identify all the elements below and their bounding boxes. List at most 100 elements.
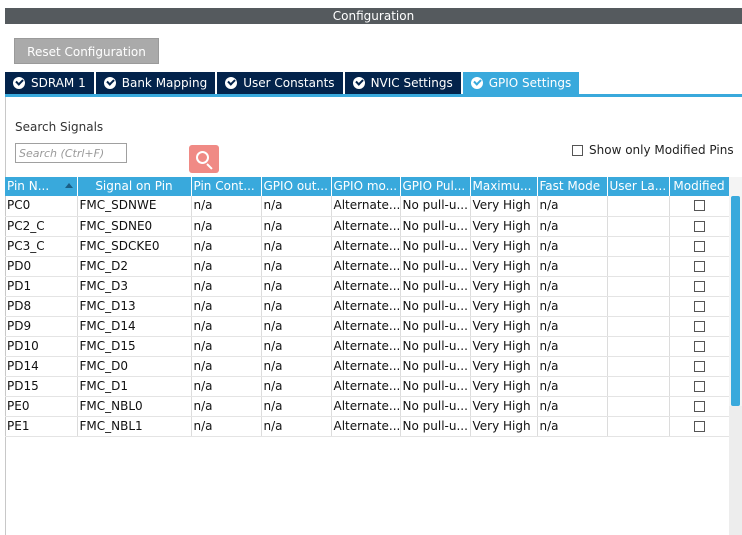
cell-gpio-output[interactable]: n/a — [261, 256, 332, 277]
cell-pin-context[interactable]: n/a — [191, 196, 262, 217]
cell-max-speed[interactable]: Very High — [470, 376, 538, 397]
cell-pin-context[interactable]: n/a — [191, 376, 262, 397]
cell-pin[interactable]: PD15 — [5, 376, 78, 397]
cell-signal[interactable]: FMC_D2 — [77, 256, 192, 277]
cell-max-speed[interactable]: Very High — [470, 236, 538, 257]
cell-gpio-pull[interactable]: No pull-u... — [400, 376, 471, 397]
reset-configuration-button[interactable]: Reset Configuration — [14, 38, 159, 64]
table-row[interactable]: PE0 FMC_NBL0 n/a n/a Alternate... No pull-u..… — [5, 396, 730, 417]
cell-gpio-mode[interactable]: Alternate... — [331, 276, 401, 297]
cell-pin-context[interactable]: n/a — [191, 216, 262, 237]
tab-user-constants[interactable]: User Constants — [217, 72, 343, 94]
search-button[interactable] — [189, 145, 219, 173]
column-header-gpio-pull[interactable]: GPIO Pul... — [400, 177, 471, 196]
cell-fast-mode[interactable]: n/a — [537, 236, 608, 257]
cell-pin[interactable]: PC0 — [5, 196, 78, 217]
cell-gpio-mode[interactable]: Alternate... — [331, 296, 401, 317]
cell-pin[interactable]: PD0 — [5, 256, 78, 277]
modified-checkbox[interactable] — [693, 300, 705, 312]
cell-fast-mode[interactable]: n/a — [537, 336, 608, 357]
cell-gpio-output[interactable]: n/a — [261, 316, 332, 337]
table-row[interactable]: PD0 FMC_D2 n/a n/a Alternate... No pull-u... V… — [5, 256, 730, 277]
modified-checkbox[interactable] — [693, 360, 705, 372]
cell-gpio-mode[interactable]: Alternate... — [331, 376, 401, 397]
cell-gpio-output[interactable]: n/a — [261, 376, 332, 397]
cell-gpio-mode[interactable]: Alternate... — [331, 216, 401, 237]
cell-signal[interactable]: FMC_D0 — [77, 356, 192, 377]
cell-user-label[interactable] — [607, 356, 670, 377]
cell-pin-context[interactable]: n/a — [191, 236, 262, 257]
cell-gpio-mode[interactable]: Alternate... — [331, 416, 401, 437]
cell-max-speed[interactable]: Very High — [470, 256, 538, 277]
cell-gpio-output[interactable]: n/a — [261, 336, 332, 357]
table-row[interactable]: PD8 FMC_D13 n/a n/a Alternate... No pull-u...… — [5, 296, 730, 317]
cell-user-label[interactable] — [607, 296, 670, 317]
cell-max-speed[interactable]: Very High — [470, 336, 538, 357]
cell-fast-mode[interactable]: n/a — [537, 256, 608, 277]
column-header-modified[interactable]: Modified — [669, 177, 730, 196]
cell-fast-mode[interactable]: n/a — [537, 316, 608, 337]
cell-signal[interactable]: FMC_NBL0 — [77, 396, 192, 417]
cell-fast-mode[interactable]: n/a — [537, 196, 608, 217]
cell-fast-mode[interactable]: n/a — [537, 356, 608, 377]
modified-checkbox[interactable] — [693, 200, 705, 212]
table-row[interactable]: PC2_C FMC_SDNE0 n/a n/a Alternate... No pull-… — [5, 216, 730, 237]
tab-nvic-settings[interactable]: NVIC Settings — [344, 72, 461, 94]
cell-gpio-output[interactable]: n/a — [261, 236, 332, 257]
cell-pin-context[interactable]: n/a — [191, 296, 262, 317]
cell-pin-context[interactable]: n/a — [191, 276, 262, 297]
table-row[interactable]: PD10 FMC_D15 n/a n/a Alternate... No pull-u..… — [5, 336, 730, 357]
cell-fast-mode[interactable]: n/a — [537, 416, 608, 437]
cell-gpio-output[interactable]: n/a — [261, 276, 332, 297]
cell-gpio-output[interactable]: n/a — [261, 396, 332, 417]
cell-gpio-output[interactable]: n/a — [261, 296, 332, 317]
cell-pin-context[interactable]: n/a — [191, 416, 262, 437]
cell-gpio-pull[interactable]: No pull-u... — [400, 236, 471, 257]
cell-pin[interactable]: PE0 — [5, 396, 78, 417]
table-row[interactable]: PC3_C FMC_SDCKE0 n/a n/a Alternate... No pull… — [5, 236, 730, 257]
cell-gpio-output[interactable]: n/a — [261, 356, 332, 377]
cell-gpio-pull[interactable]: No pull-u... — [400, 396, 471, 417]
column-header-pin-context[interactable]: Pin Cont... — [191, 177, 262, 196]
column-header-gpio-mode[interactable]: GPIO mo... — [331, 177, 401, 196]
cell-user-label[interactable] — [607, 276, 670, 297]
cell-fast-mode[interactable]: n/a — [537, 376, 608, 397]
cell-fast-mode[interactable]: n/a — [537, 396, 608, 417]
cell-max-speed[interactable]: Very High — [470, 296, 538, 317]
show-only-modified-checkbox[interactable]: Show only Modified Pins — [572, 143, 734, 157]
modified-checkbox[interactable] — [693, 320, 705, 332]
cell-max-speed[interactable]: Very High — [470, 356, 538, 377]
cell-pin[interactable]: PD14 — [5, 356, 78, 377]
cell-gpio-mode[interactable]: Alternate... — [331, 256, 401, 277]
table-row[interactable]: PC0 FMC_SDNWE n/a n/a Alternate... No pull-u.… — [5, 196, 730, 217]
cell-pin-context[interactable]: n/a — [191, 256, 262, 277]
column-header-user-label[interactable]: User La... — [607, 177, 670, 196]
cell-gpio-mode[interactable]: Alternate... — [331, 336, 401, 357]
modified-checkbox[interactable] — [693, 280, 705, 292]
cell-gpio-pull[interactable]: No pull-u... — [400, 216, 471, 237]
column-header-signal[interactable]: Signal on Pin — [77, 177, 192, 196]
tab-bank-mapping[interactable]: Bank Mapping — [95, 72, 216, 94]
modified-checkbox[interactable] — [693, 380, 705, 392]
modified-checkbox[interactable] — [693, 420, 705, 432]
cell-gpio-pull[interactable]: No pull-u... — [400, 336, 471, 357]
cell-user-label[interactable] — [607, 216, 670, 237]
cell-max-speed[interactable]: Very High — [470, 216, 538, 237]
cell-user-label[interactable] — [607, 416, 670, 437]
cell-gpio-pull[interactable]: No pull-u... — [400, 276, 471, 297]
cell-pin[interactable]: PC3_C — [5, 236, 78, 257]
cell-pin-context[interactable]: n/a — [191, 356, 262, 377]
cell-fast-mode[interactable]: n/a — [537, 296, 608, 317]
cell-gpio-output[interactable]: n/a — [261, 216, 332, 237]
cell-gpio-pull[interactable]: No pull-u... — [400, 316, 471, 337]
scrollbar-track[interactable] — [729, 406, 742, 535]
tab-gpio-settings[interactable]: GPIO Settings — [462, 72, 580, 94]
cell-signal[interactable]: FMC_NBL1 — [77, 416, 192, 437]
table-row[interactable]: PD14 FMC_D0 n/a n/a Alternate... No pull-u...… — [5, 356, 730, 377]
cell-pin[interactable]: PC2_C — [5, 216, 78, 237]
cell-gpio-mode[interactable]: Alternate... — [331, 356, 401, 377]
cell-signal[interactable]: FMC_SDNWE — [77, 196, 192, 217]
modified-checkbox[interactable] — [693, 240, 705, 252]
cell-gpio-output[interactable]: n/a — [261, 416, 332, 437]
cell-gpio-mode[interactable]: Alternate... — [331, 316, 401, 337]
